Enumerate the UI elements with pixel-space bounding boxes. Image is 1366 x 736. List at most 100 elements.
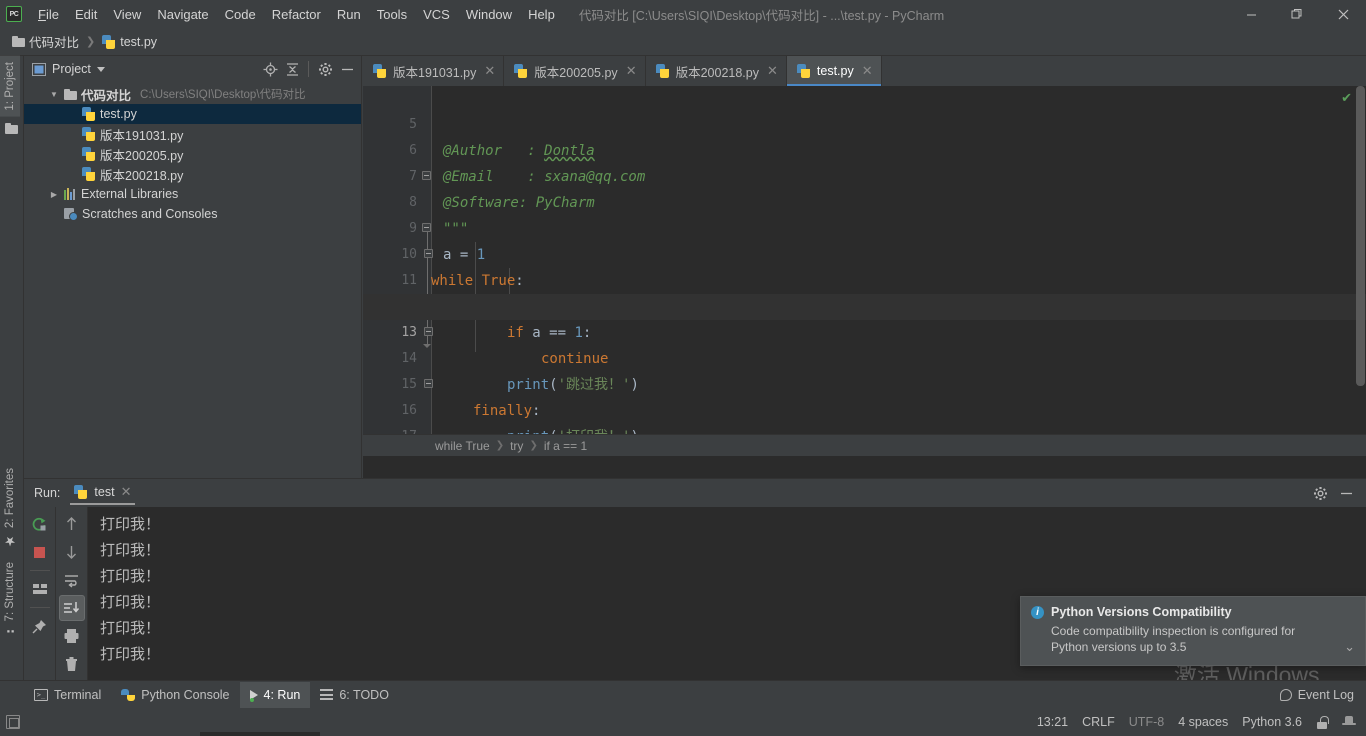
menu-window[interactable]: Window bbox=[458, 3, 520, 26]
editor-scrollbar-thumb[interactable] bbox=[1356, 86, 1365, 386]
notification-popup[interactable]: i Python Versions Compatibility Code com… bbox=[1020, 596, 1366, 666]
menu-code[interactable]: Code bbox=[217, 3, 264, 26]
minimize-icon[interactable] bbox=[1336, 483, 1356, 503]
tree-row-test-py[interactable]: test.py bbox=[24, 104, 361, 124]
tree-row-200218[interactable]: 版本200218.py bbox=[24, 164, 361, 184]
close-icon[interactable]: ✕ bbox=[862, 63, 873, 79]
editor-scrollbar[interactable] bbox=[1354, 86, 1366, 456]
up-icon[interactable] bbox=[59, 511, 85, 537]
project-view-icon bbox=[32, 62, 46, 76]
breadcrumb-separator: ❯ bbox=[529, 440, 538, 451]
close-button[interactable] bbox=[1320, 0, 1366, 28]
breadcrumb-if[interactable]: if a == 1 bbox=[544, 439, 587, 453]
menu-view[interactable]: View bbox=[105, 3, 149, 26]
code-line-17[interactable]: 17 bbox=[363, 398, 1366, 444]
code-line-6[interactable]: 6 @Email : sxana@qq.com bbox=[363, 112, 1366, 185]
close-icon[interactable]: ✕ bbox=[484, 63, 495, 79]
editor-tab-200205[interactable]: 版本200205.py ✕ bbox=[504, 56, 646, 86]
project-panel-chevron-down-icon[interactable] bbox=[96, 66, 105, 72]
code-line-9[interactable]: 9 a = 1 bbox=[363, 190, 1366, 263]
layout-icon[interactable] bbox=[27, 576, 53, 602]
file-encoding[interactable]: UTF-8 bbox=[1129, 715, 1164, 729]
tree-path-root: C:\Users\SIQI\Desktop\代码对比 bbox=[140, 89, 306, 101]
code-line-16[interactable]: 16 print('打印我！') bbox=[363, 372, 1366, 445]
code-line-12[interactable]: 12 if a == 1: bbox=[363, 268, 1366, 341]
stop-icon[interactable] bbox=[27, 539, 53, 565]
bottom-item-terminal[interactable]: >_ Terminal bbox=[24, 682, 111, 708]
bottom-item-todo[interactable]: 6: TODO bbox=[310, 682, 399, 708]
menu-run[interactable]: Run bbox=[329, 3, 369, 26]
breadcrumb-file-label: test.py bbox=[120, 34, 158, 49]
menu-edit[interactable]: Edit bbox=[67, 3, 105, 26]
breadcrumb-separator: ❯ bbox=[495, 440, 505, 451]
close-icon[interactable]: ✕ bbox=[767, 63, 778, 79]
tree-row-200205[interactable]: 版本200205.py bbox=[24, 144, 361, 164]
soft-wrap-icon[interactable] bbox=[59, 567, 85, 593]
event-log-label[interactable]: Event Log bbox=[1298, 688, 1354, 702]
toggle-sidebar-icon[interactable] bbox=[6, 715, 20, 729]
maximize-button[interactable] bbox=[1274, 0, 1320, 28]
menu-file[interactable]: File bbox=[30, 3, 67, 26]
breadcrumb-while[interactable]: while True bbox=[435, 439, 490, 453]
down-icon[interactable] bbox=[59, 539, 85, 565]
caret-position[interactable]: 13:21 bbox=[1037, 715, 1068, 729]
code-line-13[interactable]: 13 continue bbox=[363, 294, 1366, 367]
code-line-8[interactable]: 8 """ bbox=[363, 164, 1366, 237]
tree-row-external-libraries[interactable]: ▶ External Libraries bbox=[24, 184, 361, 204]
code-line-14[interactable]: 14 print('跳过我！') bbox=[363, 320, 1366, 393]
collapse-all-icon[interactable] bbox=[282, 59, 302, 79]
rerun-icon[interactable] bbox=[27, 511, 53, 537]
print-icon[interactable] bbox=[59, 623, 85, 649]
chevron-down-icon[interactable]: ⌄ bbox=[1344, 639, 1355, 655]
clear-all-trash-icon[interactable] bbox=[59, 651, 85, 677]
minimize-button[interactable] bbox=[1228, 0, 1274, 28]
menu-tools[interactable]: Tools bbox=[369, 3, 415, 26]
close-icon[interactable]: ✕ bbox=[121, 484, 132, 500]
pin-icon[interactable] bbox=[27, 613, 53, 639]
locate-icon[interactable] bbox=[260, 59, 280, 79]
menu-refactor[interactable]: Refactor bbox=[264, 3, 329, 26]
code-line-11[interactable]: 11 try: bbox=[363, 242, 1366, 315]
lock-icon[interactable] bbox=[1316, 715, 1329, 729]
tree-row-191031[interactable]: 版本191031.py bbox=[24, 124, 361, 144]
close-icon[interactable]: ✕ bbox=[626, 63, 637, 79]
inspection-ok-check-icon[interactable]: ✔ bbox=[1341, 90, 1352, 106]
code-line-5[interactable]: 5 @Author : Dontla bbox=[363, 86, 1366, 159]
menu-help[interactable]: Help bbox=[520, 3, 563, 26]
menu-vcs[interactable]: VCS bbox=[415, 3, 458, 26]
editor-tab-200218[interactable]: 版本200218.py ✕ bbox=[646, 56, 787, 86]
run-tab-test[interactable]: test ✕ bbox=[70, 481, 136, 505]
editor-tab-191031[interactable]: 版本191031.py ✕ bbox=[363, 56, 505, 86]
code-line-10[interactable]: 10 while True: bbox=[363, 216, 1366, 289]
chevron-down-icon[interactable]: ▼ bbox=[48, 88, 60, 100]
code-line-15[interactable]: 15 finally: bbox=[363, 346, 1366, 419]
gear-icon[interactable] bbox=[315, 59, 335, 79]
stripe-top-group: 1: Project bbox=[0, 56, 23, 143]
hide-panel-icon[interactable] bbox=[337, 59, 357, 79]
inspection-hat-icon[interactable] bbox=[1342, 715, 1356, 729]
tree-row-scratches[interactable]: Scratches and Consoles bbox=[24, 204, 361, 224]
gear-icon[interactable] bbox=[1310, 483, 1330, 503]
python-interpreter[interactable]: Python 3.6 bbox=[1242, 715, 1302, 729]
sidebar-item-structure[interactable]: ▪▪ 7: Structure bbox=[0, 556, 20, 642]
sidebar-item-favorites[interactable]: ★ 2: Favorites bbox=[0, 462, 20, 555]
code-line-7[interactable]: 7 @Software: PyCharm bbox=[363, 138, 1366, 211]
indent-setting[interactable]: 4 spaces bbox=[1178, 715, 1228, 729]
editor-tab-test-py[interactable]: test.py ✕ bbox=[786, 56, 882, 86]
bottom-item-python-console[interactable]: Python Console bbox=[111, 682, 239, 708]
python-file-icon bbox=[82, 127, 96, 141]
code-lines[interactable]: 5 @Author : Dontla 6 @Email : sxana@qq.c… bbox=[363, 86, 1366, 456]
menu-navigate[interactable]: Navigate bbox=[149, 3, 216, 26]
sidebar-item-project[interactable]: 1: Project bbox=[0, 56, 20, 117]
line-separator[interactable]: CRLF bbox=[1082, 715, 1115, 729]
bottom-item-run[interactable]: 4: Run bbox=[239, 681, 311, 708]
breadcrumb-file[interactable]: test.py bbox=[98, 33, 161, 51]
scroll-to-end-icon[interactable] bbox=[58, 595, 85, 621]
chevron-right-icon[interactable]: ▶ bbox=[48, 188, 60, 200]
breadcrumb-try[interactable]: try bbox=[510, 439, 523, 453]
code-editor[interactable]: 5 @Author : Dontla 6 @Email : sxana@qq.c… bbox=[363, 86, 1366, 456]
breadcrumb-project[interactable]: 代码对比 bbox=[8, 30, 83, 53]
tree-row-project-root[interactable]: ▼ 代码对比 C:\Users\SIQI\Desktop\代码对比 bbox=[24, 84, 361, 104]
bottom-tool-bar: >_ Terminal Python Console 4: Run 6: TOD… bbox=[0, 680, 1366, 708]
python-file-icon bbox=[82, 107, 96, 121]
